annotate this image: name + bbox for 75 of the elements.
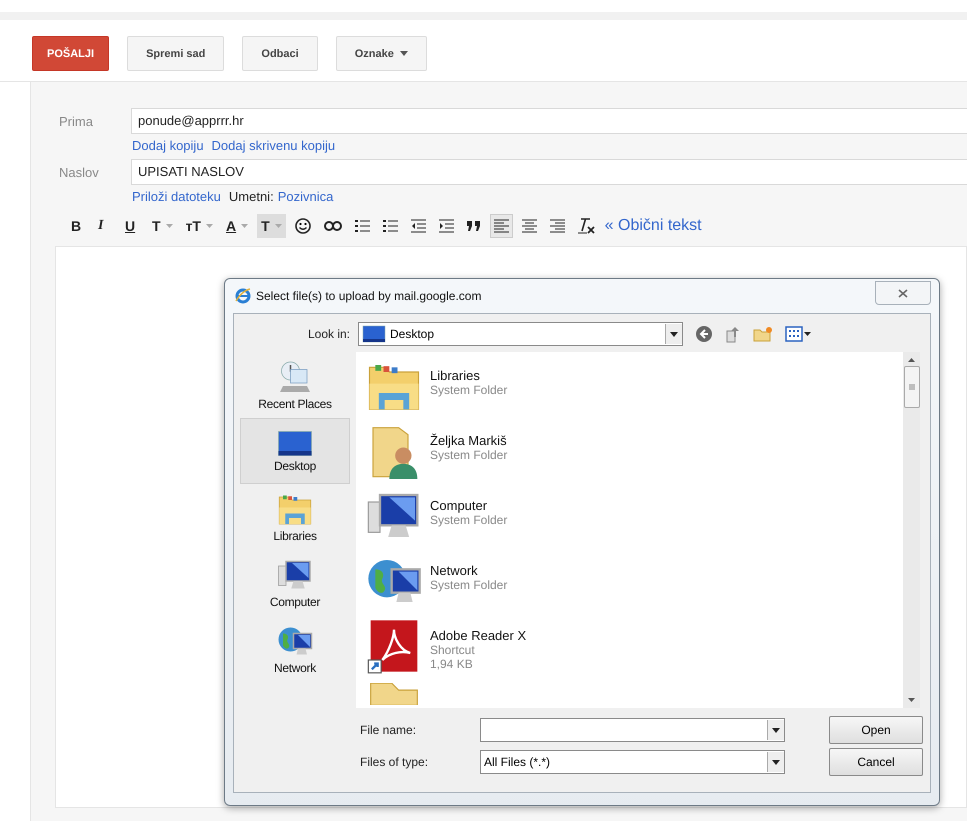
- caret-icon: [274, 224, 282, 228]
- caret-icon: [241, 224, 248, 228]
- place-item[interactable]: Computer: [240, 550, 350, 616]
- desktop-icon: [277, 430, 313, 456]
- file-item[interactable]: Libraries System Folder: [366, 358, 903, 414]
- scroll-up-icon: [908, 358, 915, 362]
- attach-file-link[interactable]: Priloži datoteku: [132, 189, 221, 204]
- look-in-label: Look in:: [306, 327, 350, 341]
- place-item[interactable]: Network: [240, 616, 350, 682]
- desktop-icon: [362, 325, 386, 343]
- align-left-icon: [494, 219, 509, 233]
- italic-button[interactable]: I: [94, 214, 116, 238]
- browser-logo-icon: [235, 288, 251, 304]
- scrollbar[interactable]: [903, 352, 920, 708]
- file-item[interactable]: Computer System Folder: [366, 488, 903, 544]
- view-menu-button[interactable]: [785, 326, 811, 342]
- subject-label: Naslov: [59, 164, 100, 180]
- size-button[interactable]: тT: [182, 214, 217, 238]
- labels-dropdown[interactable]: Oznake: [336, 36, 427, 71]
- file-item[interactable]: Željka Markiš System Folder: [366, 423, 903, 479]
- dialog-title: Select file(s) to upload by mail.google.com: [256, 289, 482, 303]
- add-cc-link[interactable]: Dodaj skrivenu kopiju: [212, 138, 336, 153]
- place-item[interactable]: Desktop: [240, 418, 350, 484]
- view-grid-icon: [785, 326, 811, 342]
- caret-icon: [772, 760, 780, 764]
- place-item[interactable]: Recent Places: [240, 352, 350, 418]
- recent-places-icon: [277, 359, 313, 395]
- align-right-icon: [550, 219, 565, 233]
- look-in-value: Desktop: [390, 327, 436, 341]
- underline-button[interactable]: U: [121, 214, 143, 238]
- align-left-button[interactable]: [490, 214, 513, 238]
- caret-icon: [772, 728, 780, 732]
- file-name-label: File name:: [360, 723, 418, 737]
- to-field[interactable]: ponude@apprrr.hr: [131, 108, 967, 134]
- font-button[interactable]: T: [148, 214, 177, 238]
- file-item[interactable]: Adobe Reader X Shortcut 1,94 KB: [366, 618, 903, 674]
- caret-icon: [400, 51, 408, 56]
- insert-label: Umetni:: [228, 189, 274, 204]
- indent-less-icon: [410, 219, 426, 233]
- smiley-icon: [294, 218, 311, 234]
- file-type-label: Files of type:: [360, 755, 430, 769]
- align-center-icon: [522, 219, 537, 233]
- link-icon: [324, 221, 342, 231]
- open-button[interactable]: Open: [829, 716, 923, 744]
- to-label: Prima: [59, 114, 94, 128]
- back-icon[interactable]: [695, 325, 713, 343]
- grip-icon: [908, 384, 914, 390]
- action-button[interactable]: POŠALJI: [32, 36, 110, 71]
- close-button[interactable]: [875, 281, 931, 305]
- numbered-list-icon: [354, 219, 370, 233]
- action-button[interactable]: Spremi sad: [127, 36, 224, 71]
- add-cc-link[interactable]: Dodaj kopiju: [132, 138, 204, 153]
- action-button[interactable]: Odbaci: [242, 36, 318, 71]
- up-folder-icon[interactable]: [725, 325, 741, 343]
- indent-more-icon: [438, 219, 454, 233]
- caret-icon: [206, 224, 213, 228]
- caret-icon: [670, 332, 678, 336]
- bold-button[interactable]: B: [67, 214, 89, 238]
- bulleted-list-icon: [382, 219, 398, 233]
- cancel-button[interactable]: Cancel: [829, 748, 923, 776]
- close-icon: [898, 288, 908, 298]
- plain-text-link[interactable]: « Obični tekst: [604, 217, 702, 235]
- file-name-field[interactable]: [480, 718, 785, 742]
- text-color-button[interactable]: A: [222, 214, 252, 238]
- quote-icon: [466, 221, 481, 231]
- caret-icon: [166, 224, 173, 228]
- file-type-dropdown[interactable]: All Files (*.*): [480, 750, 785, 774]
- file-item[interactable]: Network System Folder: [366, 553, 903, 609]
- place-item[interactable]: Libraries: [240, 484, 350, 550]
- subject-field[interactable]: UPISATI NASLOV: [131, 159, 967, 185]
- highlight-button[interactable]: T: [257, 214, 286, 238]
- look-in-dropdown[interactable]: Desktop: [358, 322, 683, 346]
- clear-format-icon: [578, 218, 596, 234]
- scroll-down-icon: [908, 698, 915, 702]
- invitation-link[interactable]: Pozivnica: [278, 189, 334, 204]
